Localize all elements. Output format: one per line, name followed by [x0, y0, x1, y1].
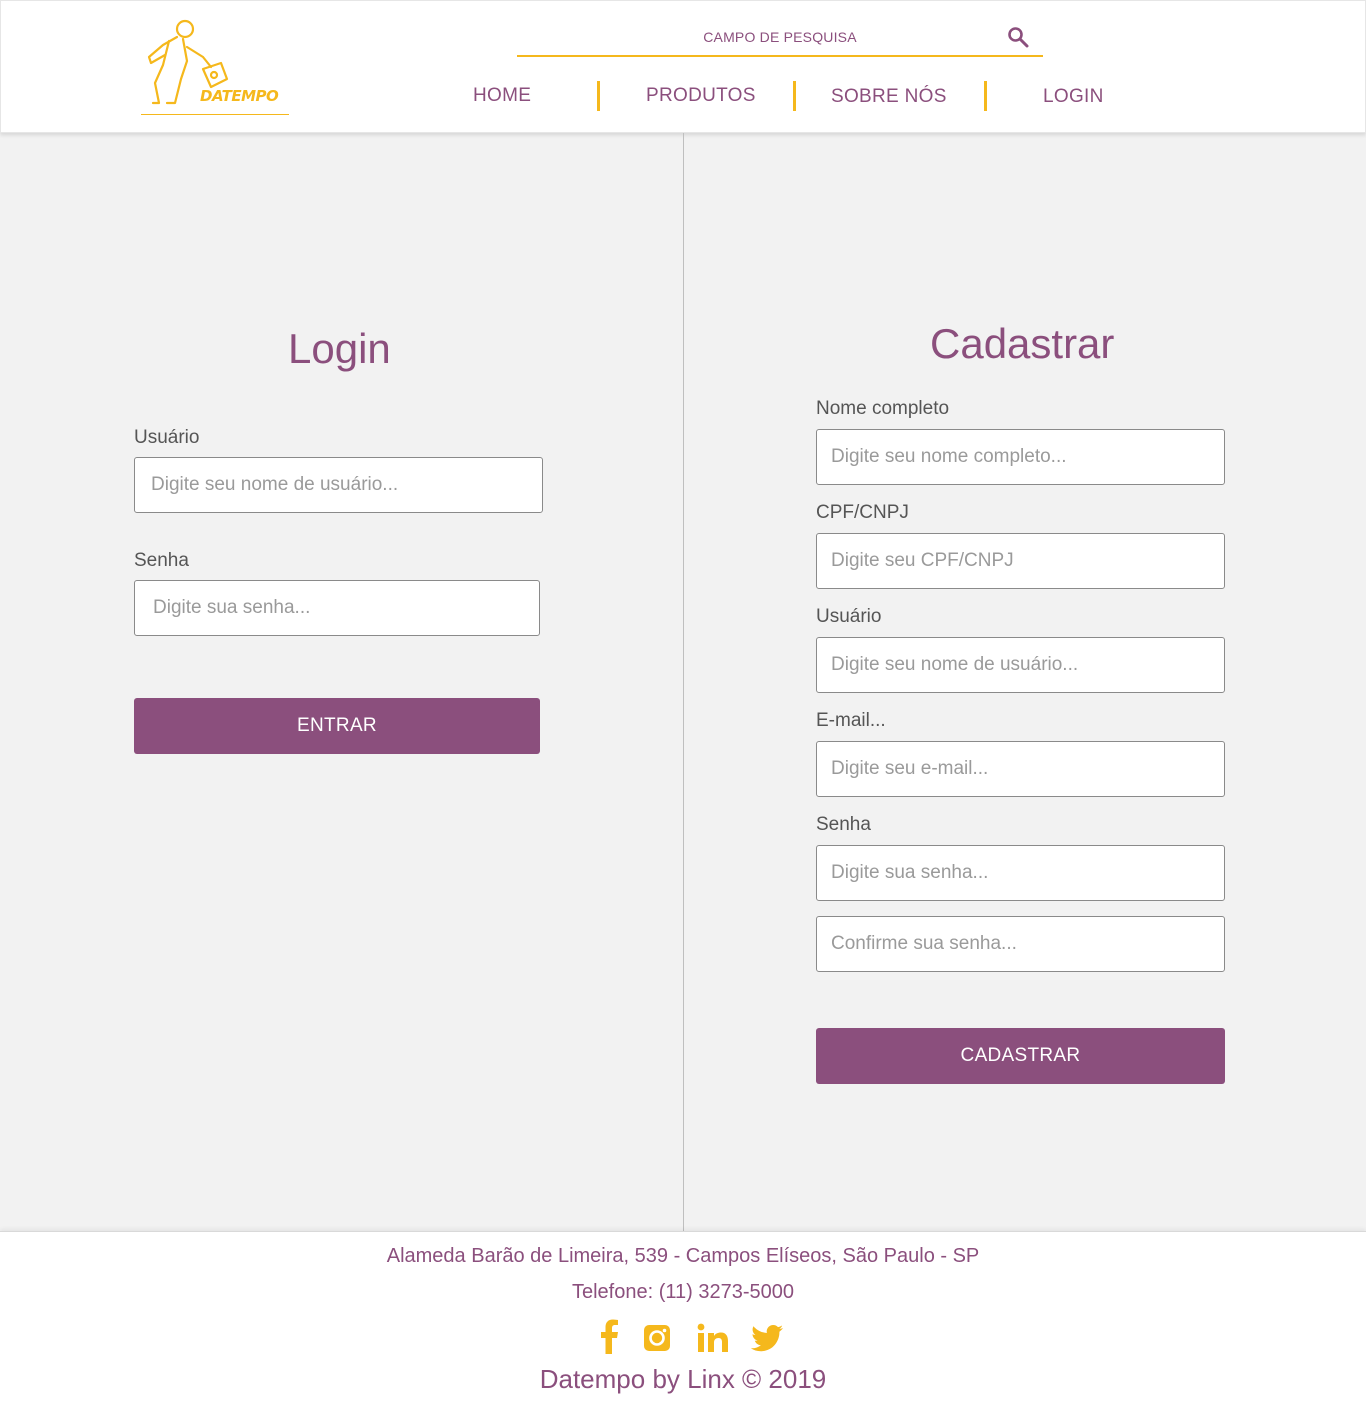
login-password-input[interactable] [134, 580, 540, 636]
search-bar [517, 19, 1043, 57]
register-password-label: Senha [816, 814, 871, 835]
register-submit-button[interactable]: CADASTRAR [816, 1028, 1225, 1084]
search-icon[interactable] [1006, 25, 1030, 49]
linkedin-icon[interactable] [695, 1318, 731, 1356]
nav-separator [984, 81, 987, 111]
login-submit-button[interactable]: ENTRAR [134, 698, 540, 754]
register-email-label: E-mail... [816, 710, 886, 731]
footer-copyright: Datempo by Linx © 2019 [539, 1364, 827, 1394]
register-doc-label: CPF/CNPJ [816, 502, 909, 523]
nav-separator [793, 81, 796, 111]
section-divider [683, 133, 684, 1231]
twitter-icon[interactable] [749, 1318, 785, 1356]
search-input[interactable] [517, 19, 997, 55]
register-fullname-input[interactable] [816, 429, 1225, 485]
nav-produtos[interactable]: PRODUTOS [646, 85, 756, 107]
facebook-icon[interactable] [592, 1318, 628, 1356]
register-confirm-password-input[interactable] [816, 916, 1225, 972]
logo-wordmark: DATEMPO [200, 87, 279, 105]
logo-underline [141, 114, 289, 115]
register-title: Cadastrar [930, 320, 1115, 367]
nav-sobre-nos[interactable]: SOBRE NÓS [831, 86, 947, 108]
nav-home[interactable]: HOME [473, 85, 531, 107]
nav-separator [597, 81, 600, 111]
footer-phone: Telefone: (11) 3273-5000 [571, 1281, 794, 1303]
login-title: Login [288, 325, 391, 372]
instagram-icon[interactable] [639, 1318, 675, 1356]
register-fullname-label: Nome completo [816, 398, 950, 419]
login-username-label: Usuário [134, 427, 200, 448]
register-doc-input[interactable] [816, 533, 1225, 589]
login-password-label: Senha [134, 550, 189, 571]
nav-login[interactable]: LOGIN [1043, 86, 1104, 108]
register-username-label: Usuário [816, 606, 882, 627]
register-password-input[interactable] [816, 845, 1225, 901]
register-username-input[interactable] [816, 637, 1225, 693]
site-header: DATEMPO HOME PRODUTOS SOBRE NÓS LOGIN [0, 0, 1366, 133]
footer-address: Alameda Barão de Limeira, 539 - Campos E… [386, 1245, 980, 1267]
register-email-input[interactable] [816, 741, 1225, 797]
login-username-input[interactable] [134, 457, 543, 513]
